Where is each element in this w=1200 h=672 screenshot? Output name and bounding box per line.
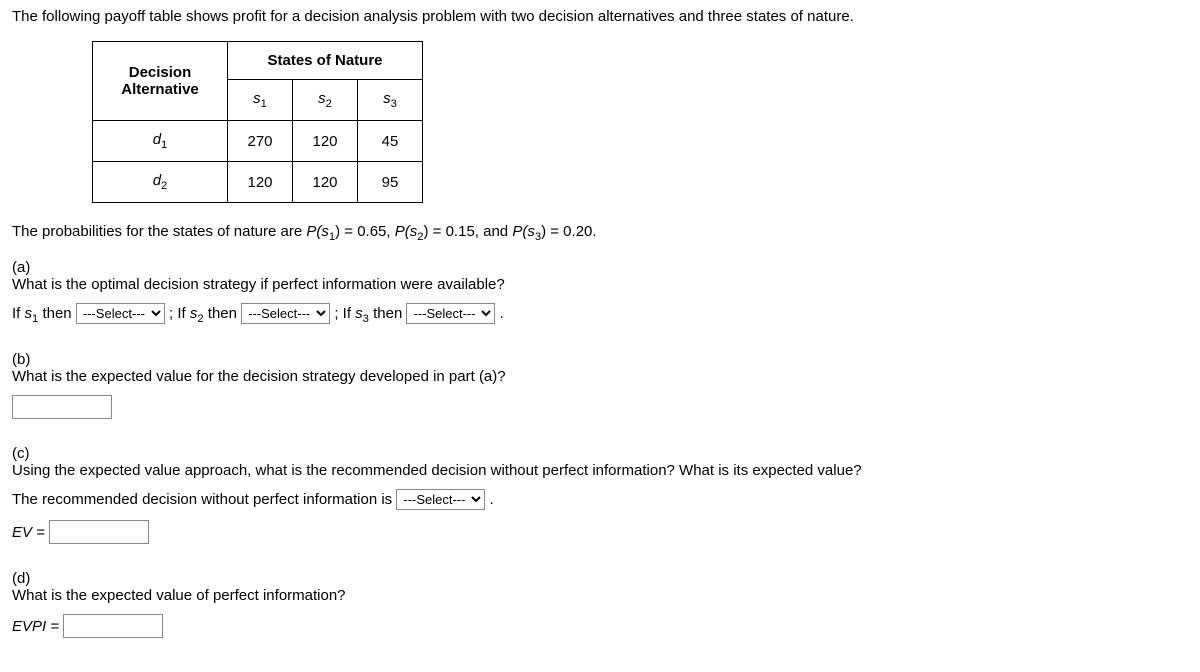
col-s2: s2: [293, 80, 358, 121]
input-evpi[interactable]: [63, 614, 163, 638]
col-s1: s1: [228, 80, 293, 121]
payoff-table-container: Decision Alternative States of Nature s1…: [92, 41, 1188, 203]
q-c-recommended-row: The recommended decision without perfect…: [12, 489, 1156, 510]
intro-text: The following payoff table shows profit …: [12, 8, 1188, 25]
select-s1[interactable]: ---Select---: [76, 303, 165, 324]
q-d-label: (d): [12, 570, 40, 587]
evpi-label: EVPI =: [12, 618, 63, 635]
cell-d2-s1: 120: [228, 162, 293, 203]
q-b-label: (b): [12, 351, 40, 368]
select-s2[interactable]: ---Select---: [241, 303, 330, 324]
cell-d1-s1: 270: [228, 121, 293, 162]
cell-d2-s2: 120: [293, 162, 358, 203]
select-recommended[interactable]: ---Select---: [396, 489, 485, 510]
q-c-label: (c): [12, 445, 40, 462]
question-a: (a) What is the optimal decision strateg…: [12, 259, 1188, 335]
q-a-answer-row: If s1 then ---Select--- ; If s2 then ---…: [12, 303, 1156, 325]
table-row: d1 270 120 45: [93, 121, 423, 162]
q-d-evpi-row: EVPI =: [12, 614, 1156, 638]
col-s3: s3: [358, 80, 423, 121]
decision-header: Decision Alternative: [93, 42, 228, 121]
q-a-label: (a): [12, 259, 40, 276]
question-c: (c) Using the expected value approach, w…: [12, 445, 1188, 554]
states-header: States of Nature: [228, 42, 423, 80]
probabilities-line: The probabilities for the states of natu…: [12, 223, 1188, 243]
row-d1-label: d1: [93, 121, 228, 162]
cell-d2-s3: 95: [358, 162, 423, 203]
q-a-text: What is the optimal decision strategy if…: [12, 276, 1156, 293]
cell-d1-s3: 45: [358, 121, 423, 162]
select-s3[interactable]: ---Select---: [406, 303, 495, 324]
q-c-text: Using the expected value approach, what …: [12, 462, 1156, 479]
input-ev[interactable]: [49, 520, 149, 544]
table-row: d2 120 120 95: [93, 162, 423, 203]
cell-d1-s2: 120: [293, 121, 358, 162]
input-ev-part-a[interactable]: [12, 395, 112, 419]
question-d: (d) What is the expected value of perfec…: [12, 570, 1188, 648]
payoff-table: Decision Alternative States of Nature s1…: [92, 41, 423, 203]
q-c-ev-row: EV =: [12, 520, 1156, 544]
ev-label: EV =: [12, 524, 49, 541]
q-b-text: What is the expected value for the decis…: [12, 368, 1156, 385]
row-d2-label: d2: [93, 162, 228, 203]
q-d-text: What is the expected value of perfect in…: [12, 587, 1156, 604]
question-b: (b) What is the expected value for the d…: [12, 351, 1188, 429]
